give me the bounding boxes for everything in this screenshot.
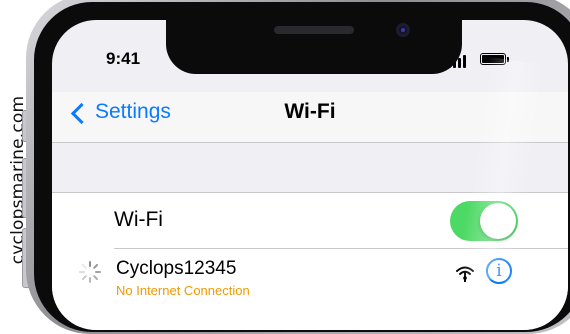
wifi-toggle-switch[interactable]	[450, 201, 518, 241]
status-time: 9:41	[106, 49, 141, 68]
info-icon[interactable]: i	[486, 258, 512, 284]
loading-spinner-icon	[79, 261, 101, 283]
network-row[interactable]: Cyclops12345 No Internet Connection i	[52, 248, 568, 330]
phone-screen: 9:41 Settings Wi-Fi Wi-Fi Cyclops12345 N…	[52, 20, 568, 330]
toggle-knob	[480, 203, 516, 239]
network-status: No Internet Connection	[116, 283, 250, 298]
notch	[166, 20, 462, 74]
wifi-toggle-label: Wi-Fi	[114, 208, 163, 231]
front-camera	[396, 23, 410, 37]
battery-icon	[480, 53, 509, 65]
network-name: Cyclops12345	[116, 258, 237, 279]
wifi-signal-icon	[456, 266, 474, 282]
navigation-bar: Settings Wi-Fi	[52, 92, 568, 143]
speaker	[274, 26, 354, 34]
row-divider	[114, 248, 568, 249]
wifi-toggle-row: Wi-Fi	[52, 192, 568, 249]
page-title: Wi-Fi	[284, 100, 336, 123]
